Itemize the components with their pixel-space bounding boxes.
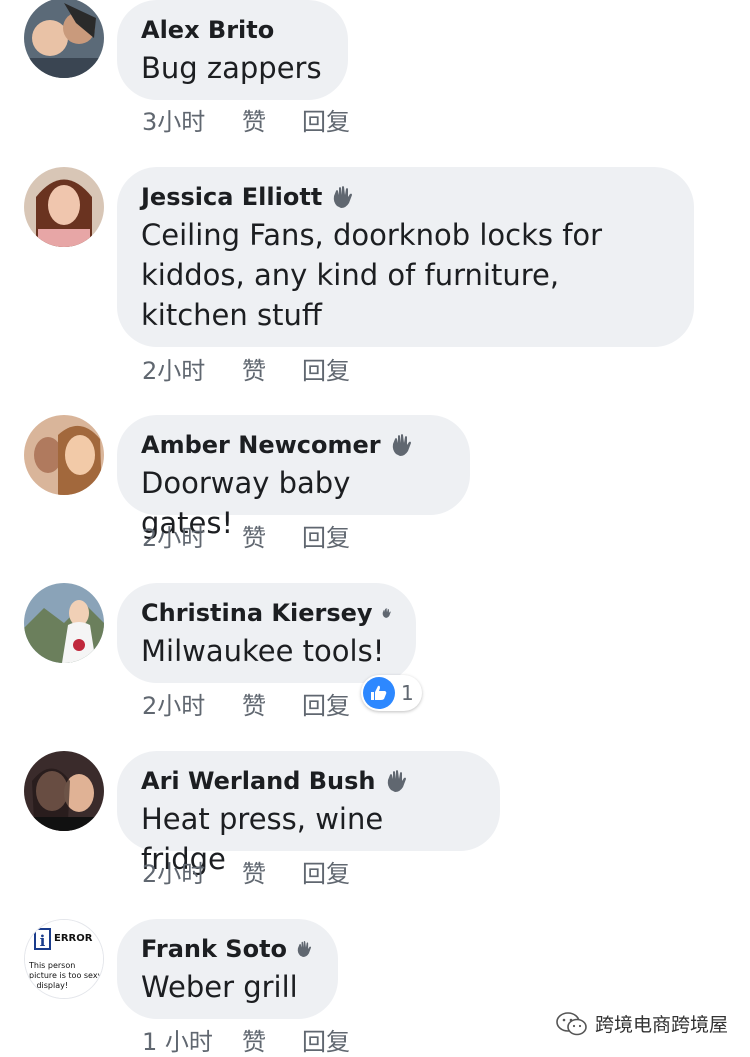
reply-button[interactable]: 回复 <box>302 351 372 386</box>
svg-text:i: i <box>40 932 46 950</box>
reply-button[interactable]: 回复 <box>302 686 372 721</box>
avatar-error-line: picture is too sexy <box>29 971 103 980</box>
avatar[interactable]: i ERROR This person picture is too sexy … <box>24 919 104 999</box>
comment-actions: 2小时 赞 回复 <box>142 351 372 385</box>
commenter-name[interactable]: Alex Brito <box>141 16 274 44</box>
wave-icon[interactable] <box>384 768 410 794</box>
commenter-name[interactable]: Jessica Elliott <box>141 183 322 211</box>
wechat-icon <box>556 1011 587 1035</box>
reply-button[interactable]: 回复 <box>302 1022 372 1057</box>
commenter-name[interactable]: Frank Soto <box>141 935 287 963</box>
commenter-name[interactable]: Christina Kiersey <box>141 599 373 627</box>
watermark-text: 跨境电商跨境屋 <box>594 1014 728 1036</box>
comment-actions: 2小时 赞 回复 <box>142 686 372 720</box>
avatar[interactable] <box>24 751 104 831</box>
comment-actions: 1 小时 赞 回复 <box>142 1022 372 1056</box>
wave-icon[interactable] <box>389 432 415 458</box>
avatar-error-line: o display! <box>29 981 68 990</box>
like-button[interactable]: 赞 <box>242 686 302 721</box>
comment-time[interactable]: 2小时 <box>142 351 242 386</box>
commenter-name[interactable]: Amber Newcomer <box>141 431 381 459</box>
like-button[interactable]: 赞 <box>242 102 302 137</box>
wave-icon[interactable] <box>381 600 392 626</box>
reply-button[interactable]: 回复 <box>302 102 372 137</box>
comment-actions: 2小时 赞 回复 <box>142 518 372 552</box>
watermark: 跨境电商跨境屋 <box>555 1010 728 1037</box>
avatar[interactable] <box>24 0 104 78</box>
comment-bubble: Ari Werland Bush Heat press, wine fridge <box>117 751 500 876</box>
wave-icon[interactable] <box>295 936 314 962</box>
comment-text: Weber grill <box>141 970 298 1004</box>
comment-bubble: Jessica Elliott Ceiling Fans, doorknob l… <box>117 167 694 347</box>
commenter-name[interactable]: Ari Werland Bush <box>141 767 376 795</box>
wave-icon[interactable] <box>330 184 356 210</box>
like-button[interactable]: 赞 <box>242 351 302 386</box>
comment-actions: 3小时 赞 回复 <box>142 102 372 136</box>
comment-actions: 2小时 赞 回复 <box>142 854 372 888</box>
like-button[interactable]: 赞 <box>242 518 302 553</box>
avatar[interactable] <box>24 415 104 495</box>
reply-button[interactable]: 回复 <box>302 518 372 553</box>
comment-bubble: Christina Kiersey Milwaukee tools! <box>117 583 416 683</box>
reaction-count: 1 <box>401 681 414 705</box>
avatar[interactable] <box>24 167 104 247</box>
avatar-error-line: This person <box>28 961 75 970</box>
comment-text: Bug zappers <box>141 51 322 85</box>
comment-time[interactable]: 2小时 <box>142 518 242 553</box>
comment-bubble: Amber Newcomer Doorway baby gates! <box>117 415 470 540</box>
comment-time[interactable]: 3小时 <box>142 102 242 137</box>
comment-text: Ceiling Fans, doorknob locks for kiddos,… <box>141 218 603 332</box>
avatar-error-title: ERROR <box>54 933 93 944</box>
comment-time[interactable]: 2小时 <box>142 854 242 889</box>
like-button[interactable]: 赞 <box>242 1022 302 1057</box>
comment-bubble: Frank Soto Weber grill <box>117 919 338 1019</box>
comment-time[interactable]: 2小时 <box>142 686 242 721</box>
comment-bubble: Alex Brito Bug zappers <box>117 0 348 100</box>
reply-button[interactable]: 回复 <box>302 854 372 889</box>
like-button[interactable]: 赞 <box>242 854 302 889</box>
avatar[interactable] <box>24 583 104 663</box>
comment-text: Milwaukee tools! <box>141 634 385 668</box>
comment-time[interactable]: 1 小时 <box>142 1022 242 1057</box>
